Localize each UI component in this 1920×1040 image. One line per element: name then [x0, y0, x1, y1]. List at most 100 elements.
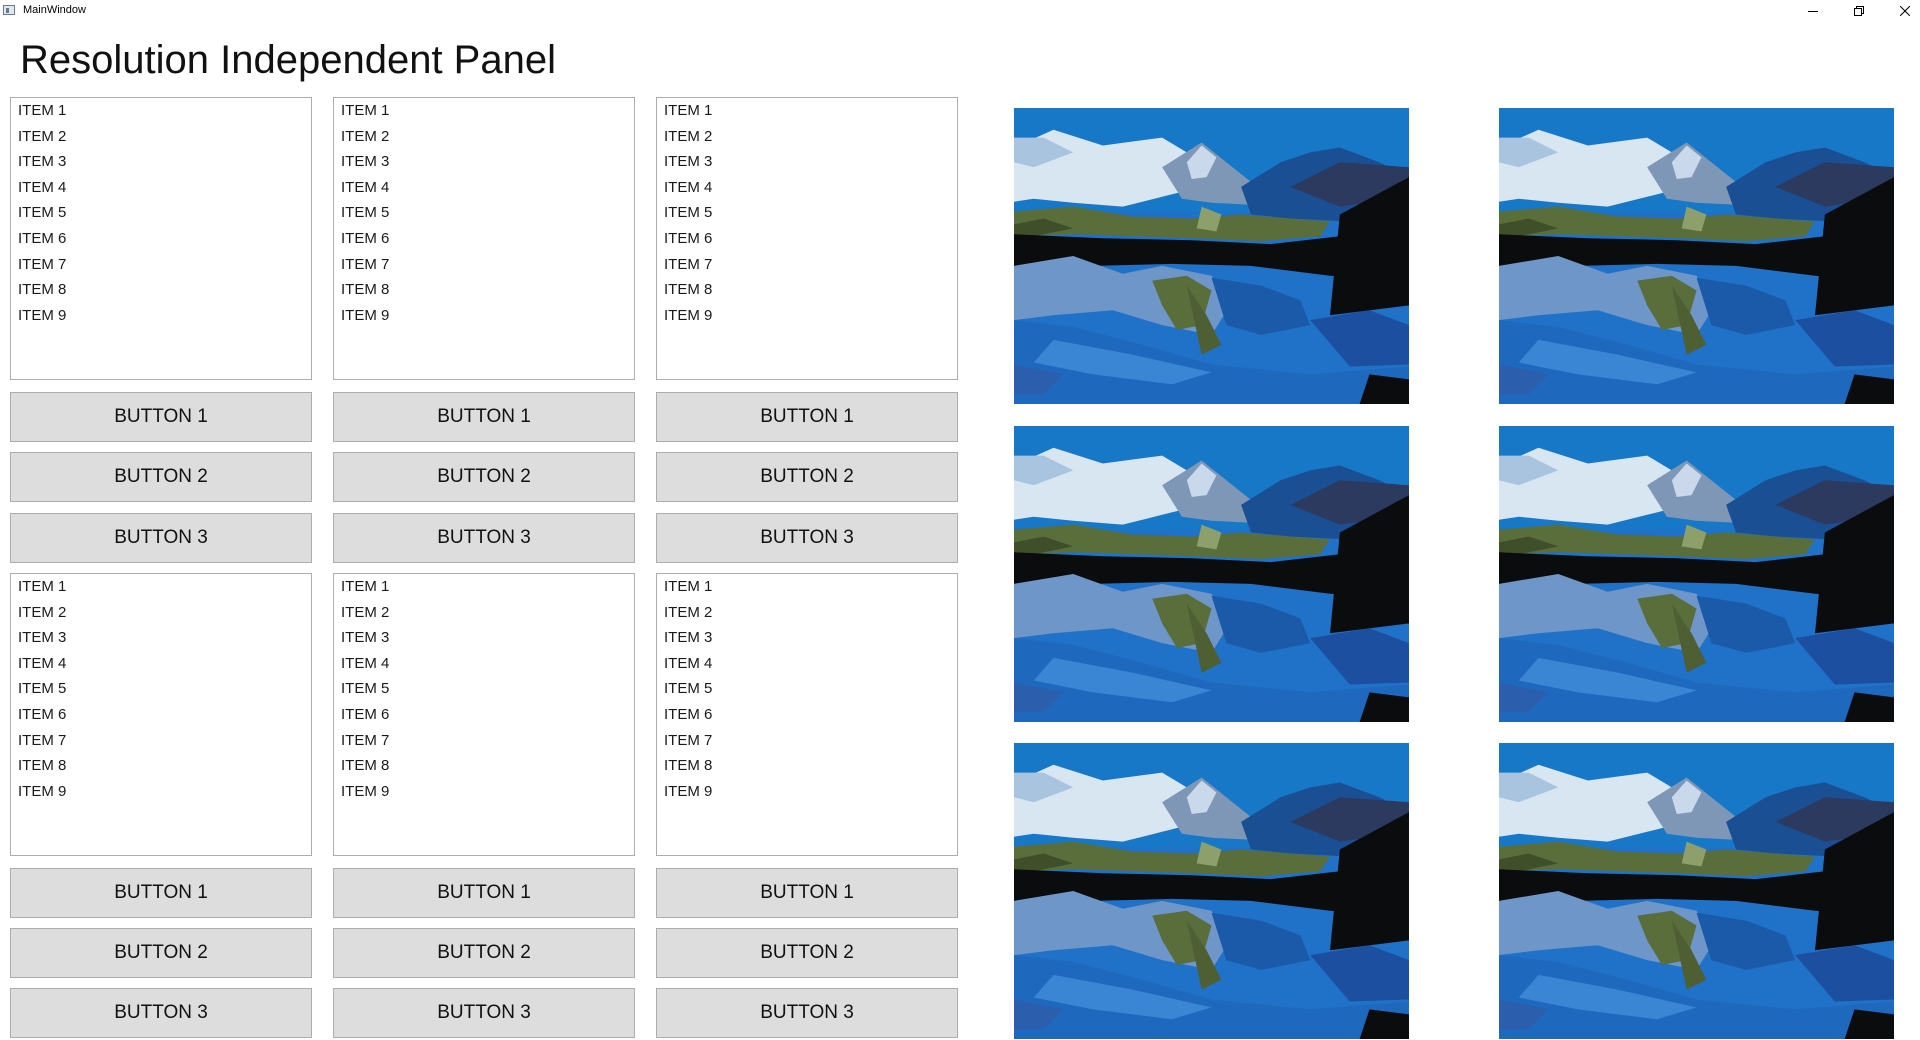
close-icon: [1900, 6, 1910, 16]
title-bar: MainWindow: [0, 0, 1920, 22]
list-item[interactable]: ITEM 7: [657, 252, 957, 278]
list-item[interactable]: ITEM 7: [11, 252, 311, 278]
list-item[interactable]: ITEM 1: [657, 98, 957, 124]
list-item[interactable]: ITEM 5: [11, 200, 311, 226]
listbox[interactable]: ITEM 1 ITEM 2 ITEM 3 ITEM 4 ITEM 5 ITEM …: [10, 573, 312, 856]
button-3[interactable]: BUTTON 3: [333, 988, 635, 1038]
list-item[interactable]: ITEM 8: [657, 277, 957, 303]
lake-image: [1499, 743, 1894, 1039]
lake-image-graphic: [1014, 108, 1409, 404]
button-2[interactable]: BUTTON 2: [333, 452, 635, 502]
list-item[interactable]: ITEM 2: [11, 600, 311, 626]
list-item[interactable]: ITEM 3: [657, 149, 957, 175]
list-item[interactable]: ITEM 8: [657, 753, 957, 779]
list-item[interactable]: ITEM 1: [334, 574, 634, 600]
list-item[interactable]: ITEM 8: [334, 277, 634, 303]
listbox[interactable]: ITEM 1 ITEM 2 ITEM 3 ITEM 4 ITEM 5 ITEM …: [656, 573, 958, 856]
lake-image-graphic: [1499, 426, 1894, 722]
list-item[interactable]: ITEM 7: [334, 728, 634, 754]
list-item[interactable]: ITEM 1: [334, 98, 634, 124]
button-2[interactable]: BUTTON 2: [10, 928, 312, 978]
minimize-icon: [1808, 11, 1818, 12]
minimize-button[interactable]: [1790, 0, 1836, 22]
list-item[interactable]: ITEM 6: [11, 226, 311, 252]
list-item[interactable]: ITEM 9: [657, 779, 957, 805]
listbox[interactable]: ITEM 1 ITEM 2 ITEM 3 ITEM 4 ITEM 5 ITEM …: [10, 97, 312, 380]
button-2[interactable]: BUTTON 2: [10, 452, 312, 502]
listbox[interactable]: ITEM 1 ITEM 2 ITEM 3 ITEM 4 ITEM 5 ITEM …: [333, 97, 635, 380]
list-item[interactable]: ITEM 9: [11, 779, 311, 805]
button-1[interactable]: BUTTON 1: [656, 868, 958, 918]
button-3[interactable]: BUTTON 3: [10, 988, 312, 1038]
list-item[interactable]: ITEM 9: [11, 303, 311, 329]
list-item[interactable]: ITEM 4: [334, 175, 634, 201]
list-item[interactable]: ITEM 9: [657, 303, 957, 329]
list-item[interactable]: ITEM 8: [11, 277, 311, 303]
lake-image: [1014, 743, 1409, 1039]
list-item[interactable]: ITEM 5: [11, 676, 311, 702]
list-item[interactable]: ITEM 7: [11, 728, 311, 754]
lake-image-graphic: [1014, 426, 1409, 722]
lake-image: [1499, 108, 1894, 404]
list-item[interactable]: ITEM 6: [657, 226, 957, 252]
list-item[interactable]: ITEM 7: [334, 252, 634, 278]
list-item[interactable]: ITEM 5: [657, 676, 957, 702]
list-item[interactable]: ITEM 6: [657, 702, 957, 728]
lake-image-graphic: [1499, 108, 1894, 404]
button-1[interactable]: BUTTON 1: [10, 392, 312, 442]
restore-button[interactable]: [1836, 0, 1882, 22]
list-item[interactable]: ITEM 5: [334, 200, 634, 226]
button-2[interactable]: BUTTON 2: [656, 928, 958, 978]
button-2[interactable]: BUTTON 2: [656, 452, 958, 502]
list-item[interactable]: ITEM 3: [11, 149, 311, 175]
list-item[interactable]: ITEM 2: [11, 124, 311, 150]
lake-image: [1014, 108, 1409, 404]
button-1[interactable]: BUTTON 1: [656, 392, 958, 442]
button-1[interactable]: BUTTON 1: [10, 868, 312, 918]
list-item[interactable]: ITEM 1: [657, 574, 957, 600]
lake-image-graphic: [1014, 743, 1409, 1039]
button-1[interactable]: BUTTON 1: [333, 868, 635, 918]
app-window-icon: [3, 5, 15, 15]
button-3[interactable]: BUTTON 3: [656, 513, 958, 563]
list-item[interactable]: ITEM 8: [334, 753, 634, 779]
list-item[interactable]: ITEM 9: [334, 779, 634, 805]
list-item[interactable]: ITEM 1: [11, 98, 311, 124]
list-item[interactable]: ITEM 2: [657, 124, 957, 150]
list-item[interactable]: ITEM 2: [334, 124, 634, 150]
list-item[interactable]: ITEM 6: [11, 702, 311, 728]
list-item[interactable]: ITEM 2: [334, 600, 634, 626]
list-item[interactable]: ITEM 4: [657, 175, 957, 201]
button-3[interactable]: BUTTON 3: [333, 513, 635, 563]
listbox[interactable]: ITEM 1 ITEM 2 ITEM 3 ITEM 4 ITEM 5 ITEM …: [333, 573, 635, 856]
lake-image: [1014, 426, 1409, 722]
list-item[interactable]: ITEM 8: [11, 753, 311, 779]
list-item[interactable]: ITEM 3: [657, 625, 957, 651]
button-1[interactable]: BUTTON 1: [333, 392, 635, 442]
list-item[interactable]: ITEM 9: [334, 303, 634, 329]
list-item[interactable]: ITEM 3: [334, 625, 634, 651]
lake-image-graphic: [1499, 743, 1894, 1039]
list-item[interactable]: ITEM 4: [11, 651, 311, 677]
button-3[interactable]: BUTTON 3: [10, 513, 312, 563]
button-3[interactable]: BUTTON 3: [656, 988, 958, 1038]
list-item[interactable]: ITEM 1: [11, 574, 311, 600]
list-item[interactable]: ITEM 6: [334, 702, 634, 728]
list-item[interactable]: ITEM 6: [334, 226, 634, 252]
lake-image: [1499, 426, 1894, 722]
list-item[interactable]: ITEM 5: [334, 676, 634, 702]
list-item[interactable]: ITEM 4: [334, 651, 634, 677]
close-button[interactable]: [1882, 0, 1920, 22]
listbox[interactable]: ITEM 1 ITEM 2 ITEM 3 ITEM 4 ITEM 5 ITEM …: [656, 97, 958, 380]
page-title: Resolution Independent Panel: [20, 38, 556, 82]
list-item[interactable]: ITEM 4: [657, 651, 957, 677]
list-item[interactable]: ITEM 5: [657, 200, 957, 226]
list-item[interactable]: ITEM 4: [11, 175, 311, 201]
restore-icon: [1854, 6, 1864, 16]
window-title: MainWindow: [23, 4, 86, 16]
list-item[interactable]: ITEM 2: [657, 600, 957, 626]
list-item[interactable]: ITEM 3: [334, 149, 634, 175]
button-2[interactable]: BUTTON 2: [333, 928, 635, 978]
list-item[interactable]: ITEM 3: [11, 625, 311, 651]
list-item[interactable]: ITEM 7: [657, 728, 957, 754]
